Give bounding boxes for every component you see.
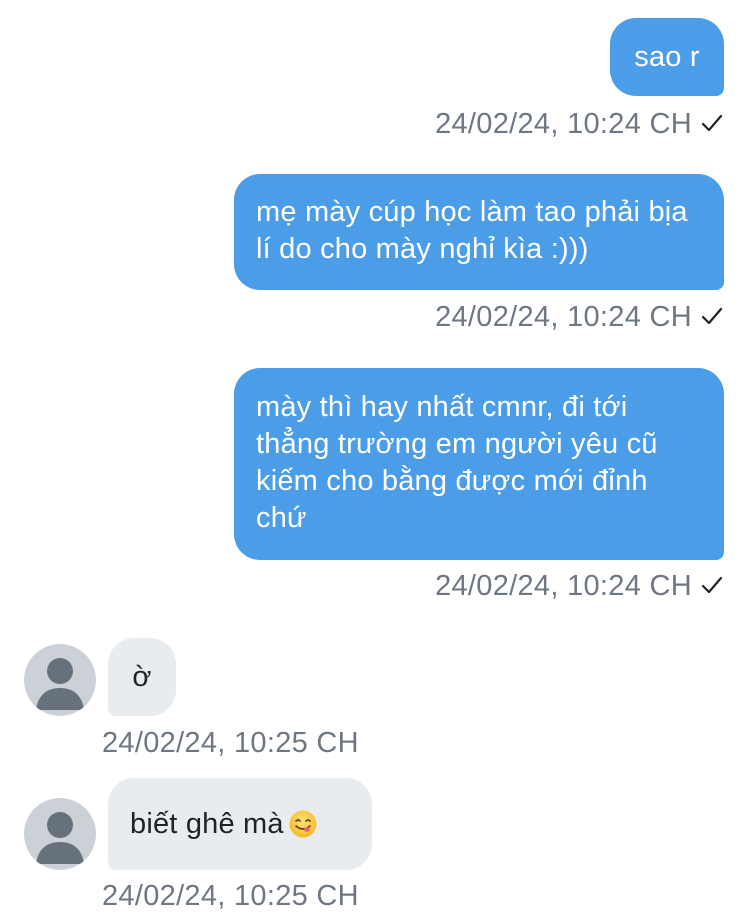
message-text: biết ghê mà xyxy=(130,807,284,840)
message-text: mẹ mày cúp học làm tao phải bịa lí do ch… xyxy=(256,196,688,265)
message-bubble-outgoing[interactable]: mày thì hay nhất cmnr, đi tới thẳng trườ… xyxy=(234,368,724,560)
message-bubble-incoming[interactable]: biết ghê mà xyxy=(108,778,372,870)
message-meta: 24/02/24, 10:25 CH xyxy=(102,878,359,914)
smiling-face-savoring-food-emoji xyxy=(289,810,317,838)
message-meta: 24/02/24, 10:24 CH xyxy=(435,299,724,335)
person-silhouette-icon xyxy=(36,658,84,710)
message-text: sao r xyxy=(634,40,700,73)
message-bubble-outgoing[interactable]: mẹ mày cúp học làm tao phải bịa lí do ch… xyxy=(234,174,724,290)
user-avatar-icon[interactable] xyxy=(24,644,96,716)
message-text: ờ xyxy=(132,660,152,693)
message-meta: 24/02/24, 10:25 CH xyxy=(102,725,359,761)
message-meta: 24/02/24, 10:24 CH xyxy=(435,106,724,142)
message-text: mày thì hay nhất cmnr, đi tới thẳng trườ… xyxy=(256,391,658,534)
message-timestamp: 24/02/24, 10:24 CH xyxy=(435,570,692,602)
check-icon xyxy=(701,576,723,594)
person-silhouette-icon xyxy=(36,812,84,864)
message-timestamp: 24/02/24, 10:24 CH xyxy=(435,108,692,140)
message-bubble-outgoing[interactable]: sao r xyxy=(610,18,724,96)
message-meta: 24/02/24, 10:24 CH xyxy=(435,568,724,604)
message-timestamp: 24/02/24, 10:25 CH xyxy=(102,880,359,912)
user-avatar-icon[interactable] xyxy=(24,798,96,870)
message-bubble-incoming[interactable]: ờ xyxy=(108,638,176,716)
message-timestamp: 24/02/24, 10:24 CH xyxy=(435,301,692,333)
check-icon xyxy=(701,114,723,132)
check-icon xyxy=(701,307,723,325)
message-timestamp: 24/02/24, 10:25 CH xyxy=(102,727,359,759)
